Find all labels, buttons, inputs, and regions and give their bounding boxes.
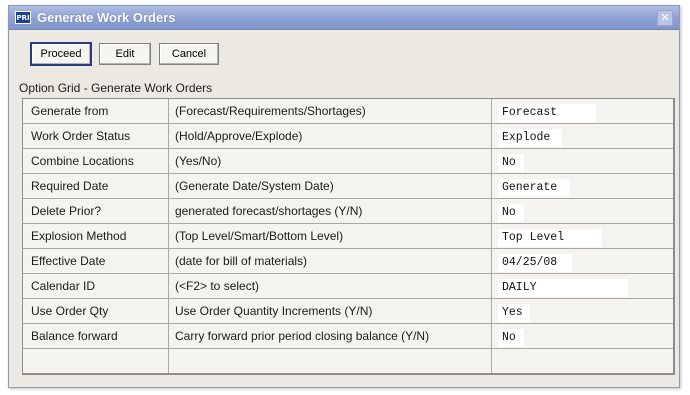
grid-row[interactable]: Calendar ID (<F2> to select) DAILY	[23, 274, 673, 299]
edit-button[interactable]: Edit	[99, 43, 151, 65]
window-title: Generate Work Orders	[37, 10, 176, 25]
cancel-button[interactable]: Cancel	[159, 43, 219, 65]
grid-row[interactable]: Delete Prior? generated forecast/shortag…	[23, 199, 673, 224]
generate-work-orders-window: PRI Generate Work Orders ✕ Proceed Edit …	[8, 5, 680, 388]
option-description: (Top Level/Smart/Bottom Level)	[169, 224, 492, 248]
grid-row[interactable]: Generate from (Forecast/Requirements/Sho…	[23, 99, 673, 124]
grid-row[interactable]: Work Order Status (Hold/Approve/Explode)…	[23, 124, 673, 149]
grid-row[interactable]: Balance forward Carry forward prior peri…	[23, 324, 673, 349]
option-value-field[interactable]: Forecast	[498, 104, 596, 122]
option-value-field[interactable]: Top Level	[498, 229, 602, 247]
option-description: (Yes/No)	[169, 149, 492, 173]
option-value-field[interactable]: No	[498, 329, 524, 347]
grid-caption: Option Grid - Generate Work Orders	[19, 81, 213, 95]
option-value-field[interactable]: 04/25/08	[498, 254, 572, 272]
option-value-field[interactable]: DAILY	[498, 279, 628, 297]
option-value-field[interactable]	[492, 349, 673, 373]
grid-row[interactable]: Required Date (Generate Date/System Date…	[23, 174, 673, 199]
grid-row[interactable]: Combine Locations (Yes/No) No	[23, 149, 673, 174]
grid-row[interactable]: Explosion Method (Top Level/Smart/Bottom…	[23, 224, 673, 249]
option-value-field[interactable]: Yes	[498, 304, 530, 322]
close-icon[interactable]: ✕	[657, 9, 673, 26]
option-name: Use Order Qty	[23, 299, 169, 323]
grid-row[interactable]: Effective Date (date for bill of materia…	[23, 249, 673, 274]
option-name: Explosion Method	[23, 224, 169, 248]
option-description: (Forecast/Requirements/Shortages)	[169, 99, 492, 123]
option-description: Use Order Quantity Increments (Y/N)	[169, 299, 492, 323]
option-name: Combine Locations	[23, 149, 169, 173]
option-description: (<F2> to select)	[169, 274, 492, 298]
title-bar[interactable]: PRI Generate Work Orders ✕	[9, 6, 679, 30]
option-value-field[interactable]: Explode	[498, 129, 562, 147]
option-name: Balance forward	[23, 324, 169, 348]
option-description	[169, 349, 492, 373]
option-name: Generate from	[23, 99, 169, 123]
grid-row[interactable]: Use Order Qty Use Order Quantity Increme…	[23, 299, 673, 324]
option-value-field[interactable]: No	[498, 204, 524, 222]
option-description: (Generate Date/System Date)	[169, 174, 492, 198]
grid-row-empty[interactable]	[23, 349, 673, 373]
option-description: (Hold/Approve/Explode)	[169, 124, 492, 148]
option-name	[23, 349, 169, 373]
option-grid: Generate from (Forecast/Requirements/Sho…	[22, 98, 675, 375]
proceed-button[interactable]: Proceed	[30, 42, 92, 66]
option-name: Required Date	[23, 174, 169, 198]
app-icon: PRI	[15, 11, 31, 24]
option-value-field[interactable]: No	[498, 154, 524, 172]
option-name: Effective Date	[23, 249, 169, 273]
option-description: (date for bill of materials)	[169, 249, 492, 273]
option-name: Work Order Status	[23, 124, 169, 148]
option-name: Delete Prior?	[23, 199, 169, 223]
toolbar: Proceed Edit Cancel	[30, 42, 219, 66]
option-description: generated forecast/shortages (Y/N)	[169, 199, 492, 223]
option-value-field[interactable]: Generate	[498, 179, 570, 197]
option-name: Calendar ID	[23, 274, 169, 298]
option-description: Carry forward prior period closing balan…	[169, 324, 492, 348]
